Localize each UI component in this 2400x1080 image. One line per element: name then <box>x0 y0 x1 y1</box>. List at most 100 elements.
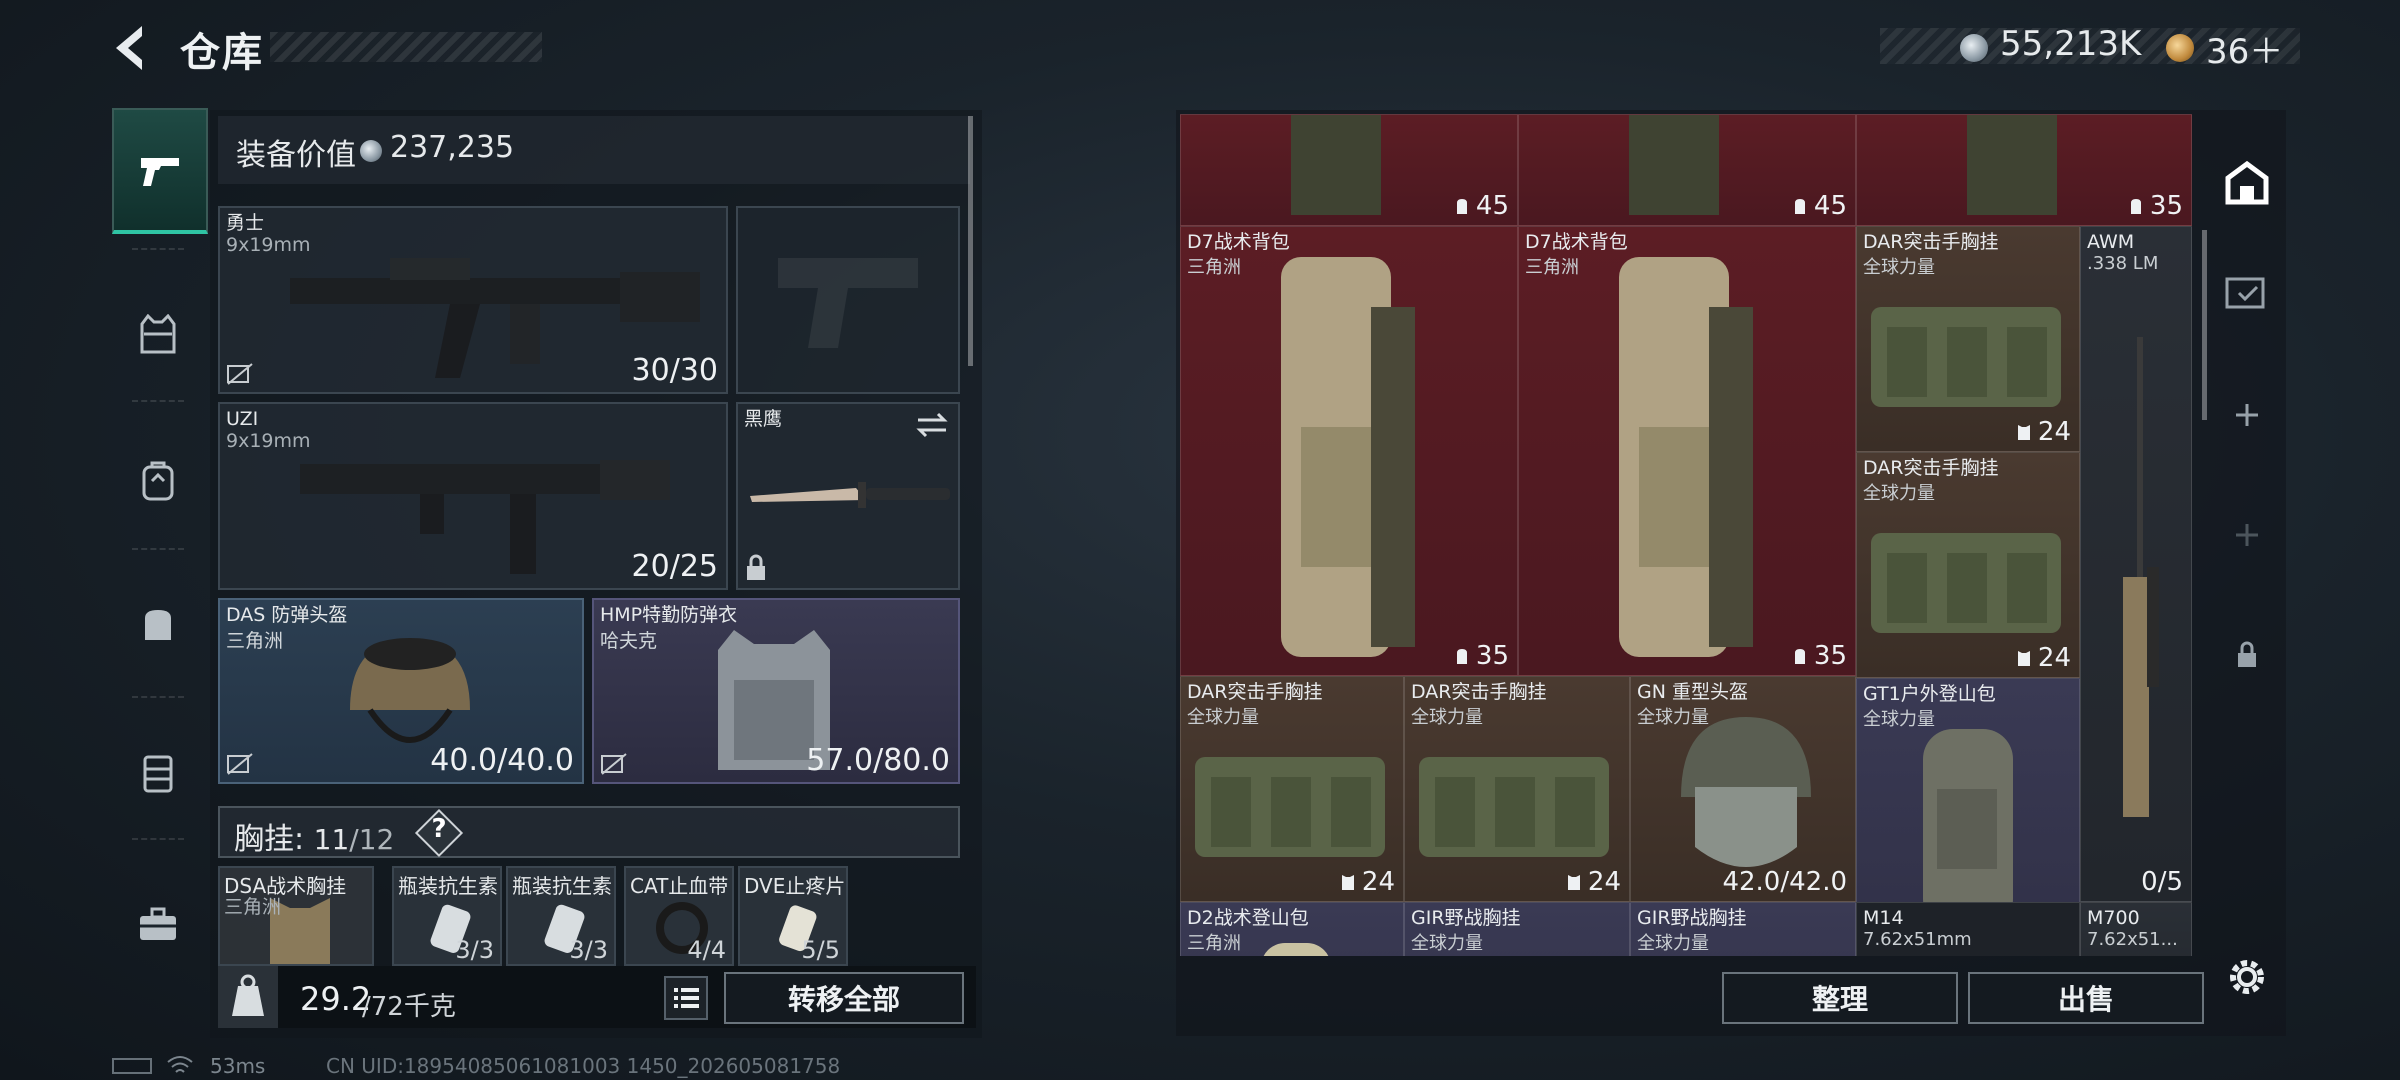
item-name: AWM <box>2087 231 2135 253</box>
category-rail <box>112 108 208 1008</box>
item-origin: 三角洲 <box>1525 257 1579 278</box>
storage-item-chest-rig[interactable]: DAR突击手胸挂 全球力量 24 <box>1180 676 1404 902</box>
chest-item[interactable]: DVE止疼片 5/5 <box>738 866 848 966</box>
storage-item-backpack[interactable]: D7战术背包 三角洲 35 <box>1180 226 1518 676</box>
storage-item-backpack[interactable]: 45 <box>1180 114 1518 226</box>
item-ammo: 0/5 <box>2141 867 2183 897</box>
backpack-icon <box>142 461 174 501</box>
weight-icon <box>218 966 278 1028</box>
item-origin: 全球力量 <box>1411 933 1483 954</box>
backpack-image <box>1619 257 1753 657</box>
list-view-button[interactable] <box>664 976 708 1020</box>
storage-item-sniper-rifle[interactable]: AWM .338 LM 0/5 <box>2080 226 2192 902</box>
pistol-icon <box>141 158 179 186</box>
item-name: GIR野战胸挂 <box>1637 907 1747 929</box>
melee-slot[interactable]: 黑鹰 <box>736 402 960 590</box>
warehouse-icon <box>2225 160 2269 205</box>
storage-item-rifle[interactable]: M14 7.62x51mm <box>1856 902 2080 956</box>
sell-button[interactable]: 出售 <box>1968 972 2204 1024</box>
storage-item-chest-rig[interactable]: DAR突击手胸挂 全球力量 24 <box>1856 452 2080 678</box>
knife-image <box>750 482 950 508</box>
chest-rig-image <box>1871 533 2061 633</box>
secondary-weapon-slot[interactable]: UZI 9x19mm 20/25 <box>218 402 728 590</box>
chest-item-name: DVE止疼片 <box>744 874 846 898</box>
storage-item-backpack[interactable]: D2战术登山包 三角洲 <box>1180 902 1404 956</box>
chest-item-count: 4/4 <box>687 936 726 964</box>
weight-max: /72千克 <box>362 992 456 1022</box>
item-origin: 全球力量 <box>1411 707 1483 728</box>
chest-item[interactable]: CAT止血带 4/4 <box>624 866 734 966</box>
storage-item-chest-rig[interactable]: DAR突击手胸挂 全球力量 24 <box>1856 226 2080 452</box>
storage-item-backpack[interactable]: D7战术背包 三角洲 35 <box>1518 226 1856 676</box>
category-container[interactable] <box>112 712 204 832</box>
item-value: 35 <box>2128 191 2183 221</box>
item-origin: 全球力量 <box>1863 483 1935 504</box>
category-vest[interactable] <box>112 274 204 394</box>
item-origin: 全球力量 <box>1637 707 1709 728</box>
help-icon[interactable]: ? <box>428 814 450 844</box>
storage-item-backpack[interactable]: 35 <box>1856 114 2192 226</box>
list-icon <box>674 988 699 1008</box>
chest-item[interactable]: 瓶装抗生素 3/3 <box>506 866 616 966</box>
item-origin: 全球力量 <box>1863 709 1935 730</box>
locked-storage-tab[interactable] <box>2210 618 2284 692</box>
back-button[interactable] <box>108 22 154 74</box>
settings-gear-icon[interactable] <box>2222 952 2272 1002</box>
category-weapons[interactable] <box>112 108 208 234</box>
category-toolbox[interactable] <box>112 864 204 984</box>
chest-item-count: 3/3 <box>569 936 608 964</box>
armor-durability: 57.0/80.0 <box>806 743 950 778</box>
storage-item-chest-rig[interactable]: GIR野战胸挂 全球力量 <box>1404 902 1630 956</box>
add-storage-button[interactable] <box>2210 378 2284 452</box>
transfer-all-button[interactable]: 转移全部 <box>724 972 964 1024</box>
chest-rig-label: 胸挂: 11/12 <box>234 822 395 857</box>
gold-currency-value[interactable]: 36＋ <box>2206 24 2283 73</box>
category-pouch[interactable] <box>112 564 204 684</box>
chest-item-name: 瓶装抗生素 <box>398 874 498 898</box>
pistol-placeholder-icon <box>778 258 918 348</box>
item-name: D7战术背包 <box>1187 231 1290 253</box>
plus-icon <box>2236 404 2258 426</box>
equipment-scrollbar[interactable] <box>968 116 973 366</box>
swap-icon[interactable] <box>914 412 950 438</box>
item-origin: 全球力量 <box>1637 933 1709 954</box>
item-value: 35 <box>1454 641 1509 671</box>
battery-icon <box>112 1058 152 1074</box>
storage-item-chest-rig[interactable]: GIR野战胸挂 全球力量 <box>1630 902 1856 956</box>
storage-grid: 45 45 35 D7战术背包 三角洲 35 D7战术背包 三角洲 35 DAR… <box>1180 114 2192 956</box>
sort-button[interactable]: 整理 <box>1722 972 1958 1024</box>
equipment-value: 237,235 <box>390 130 515 165</box>
storage-box-icon <box>2225 277 2265 309</box>
storage-tab-secondary[interactable] <box>2210 256 2284 330</box>
back-arrow-icon <box>116 26 142 70</box>
chest-item[interactable]: 瓶装抗生素 3/3 <box>392 866 502 966</box>
user-uid: CN UID:18954085061081003 1450_2026050817… <box>326 1054 841 1078</box>
item-caliber: 7.62x51... <box>2087 929 2178 950</box>
case-icon <box>143 755 173 793</box>
item-durability: 42.0/42.0 <box>1722 867 1847 897</box>
pouch-icon <box>145 610 171 640</box>
pistol-slot-empty[interactable] <box>736 206 960 394</box>
storage-item-backpack[interactable]: 45 <box>1518 114 1856 226</box>
backpack-image <box>1291 115 1381 215</box>
armor-slot[interactable]: HMP特勤防弹衣 哈夫克 57.0/80.0 <box>592 598 960 784</box>
item-value: 24 <box>2016 417 2071 447</box>
add-storage-button-disabled[interactable] <box>2210 498 2284 572</box>
weapon-name: UZI <box>226 408 259 430</box>
category-backpack[interactable] <box>112 420 204 540</box>
item-name: DAR突击手胸挂 <box>1411 681 1547 703</box>
item-value: 35 <box>1792 641 1847 671</box>
silver-currency-value: 55,213K <box>2000 24 2142 64</box>
storage-item-rifle[interactable]: M700 7.62x51... <box>2080 902 2192 956</box>
storage-scrollbar[interactable] <box>2202 230 2207 420</box>
storage-item-helmet[interactable]: GN 重型头盔 全球力量 42.0/42.0 <box>1630 676 1856 902</box>
storage-tab-main[interactable] <box>2210 146 2284 220</box>
chest-rig-capacity: 12 <box>358 823 395 856</box>
weapon-ammo: 20/25 <box>631 549 718 584</box>
primary-weapon-slot[interactable]: 勇士 9x19mm 30/30 <box>218 206 728 394</box>
weapon-name: 勇士 <box>226 212 265 234</box>
storage-item-chest-rig[interactable]: DAR突击手胸挂 全球力量 24 <box>1404 676 1630 902</box>
helmet-slot[interactable]: DAS 防弹头盔 三角洲 40.0/40.0 <box>218 598 584 784</box>
chest-item[interactable]: DSA战术胸挂 三角洲 <box>218 866 374 966</box>
wifi-icon <box>167 1056 193 1073</box>
